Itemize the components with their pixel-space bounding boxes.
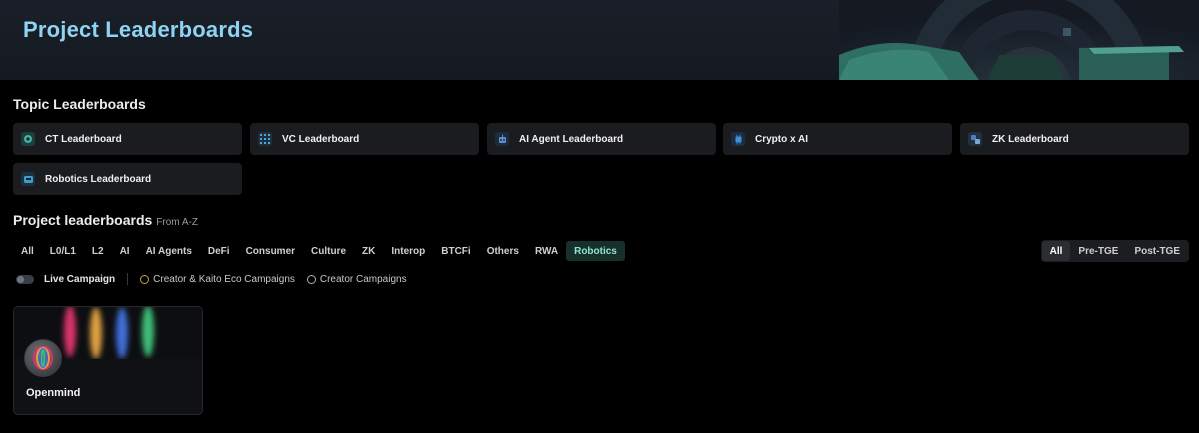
category-chip-others[interactable]: Others	[479, 241, 527, 261]
stage-chip-all[interactable]: All	[1041, 241, 1071, 261]
category-chip-rwa[interactable]: RWA	[527, 241, 566, 261]
page-title: Project Leaderboards	[23, 17, 254, 42]
project-card-openmind[interactable]: Openmind	[13, 306, 203, 415]
topic-card-zk[interactable]: ZK Leaderboard	[960, 123, 1189, 155]
category-chip-btcfi[interactable]: BTCFi	[433, 241, 478, 261]
topic-card-crypto-ai[interactable]: Crypto x AI	[723, 123, 952, 155]
divider	[127, 273, 129, 285]
category-filter: All L0/L1 L2 AI AI Agents DeFi Consumer …	[13, 240, 625, 262]
category-chip-consumer[interactable]: Consumer	[238, 241, 303, 261]
topic-card-label: AI Agent Leaderboard	[519, 133, 624, 145]
radio-icon	[140, 274, 150, 284]
topic-card-ai-agent[interactable]: AI Agent Leaderboard	[487, 123, 716, 155]
stage-filter: All Pre-TGE Post-TGE	[1040, 240, 1189, 262]
live-campaign-toggle[interactable]	[16, 274, 34, 284]
category-chip-defi[interactable]: DeFi	[200, 241, 238, 261]
sort-hint: From A-Z	[156, 217, 198, 228]
category-chip-l2[interactable]: L2	[84, 241, 112, 261]
campaign-option-label: Creator Campaigns	[319, 273, 407, 285]
category-chip-robotics[interactable]: Robotics	[566, 241, 625, 261]
category-chip-all[interactable]: All	[13, 241, 42, 261]
openmind-logo-icon	[32, 345, 54, 371]
radio-icon	[306, 274, 316, 284]
campaign-filters: Live Campaign Creator & Kaito Eco Campai…	[16, 273, 413, 285]
robot-icon	[495, 132, 509, 146]
project-avatar	[24, 339, 62, 377]
robotics-icon	[21, 172, 35, 186]
category-chip-interop[interactable]: Interop	[383, 241, 433, 261]
vc-grid-icon	[258, 132, 272, 146]
live-campaign-label: Live Campaign	[44, 273, 116, 285]
project-name: Openmind	[26, 387, 81, 399]
campaign-option-label: Creator & Kaito Eco Campaigns	[153, 273, 295, 285]
category-chip-ai-agents[interactable]: AI Agents	[138, 241, 200, 261]
chip-icon	[731, 132, 745, 146]
topic-leaderboards-title: Topic Leaderboards	[13, 96, 146, 112]
banner-decoration	[839, 0, 1199, 80]
category-chip-ai[interactable]: AI	[112, 241, 138, 261]
campaign-option-creator[interactable]: Creator Campaigns	[306, 273, 407, 285]
header-banner: Project Leaderboards	[0, 0, 1199, 80]
topic-card-robotics[interactable]: Robotics Leaderboard	[13, 163, 242, 195]
topic-card-vc[interactable]: VC Leaderboard	[250, 123, 479, 155]
stage-chip-post-tge[interactable]: Post-TGE	[1126, 241, 1188, 261]
topic-card-ct[interactable]: CT Leaderboard	[13, 123, 242, 155]
category-chip-l0-l1[interactable]: L0/L1	[42, 241, 84, 261]
category-chip-zk[interactable]: ZK	[354, 241, 383, 261]
ct-icon	[21, 132, 35, 146]
zk-icon	[968, 132, 982, 146]
stage-chip-pre-tge[interactable]: Pre-TGE	[1070, 241, 1126, 261]
topic-card-label: CT Leaderboard	[45, 133, 122, 145]
topic-card-label: VC Leaderboard	[282, 133, 360, 145]
project-leaderboards-title: Project leaderboards	[13, 212, 153, 228]
topic-card-label: Crypto x AI	[755, 133, 808, 145]
topic-card-label: ZK Leaderboard	[992, 133, 1069, 145]
project-leaderboards-heading: Project leaderboards From A-Z	[13, 212, 198, 228]
topic-card-label: Robotics Leaderboard	[45, 173, 152, 185]
campaign-option-creator-kaito[interactable]: Creator & Kaito Eco Campaigns	[140, 274, 295, 285]
category-chip-culture[interactable]: Culture	[303, 241, 354, 261]
